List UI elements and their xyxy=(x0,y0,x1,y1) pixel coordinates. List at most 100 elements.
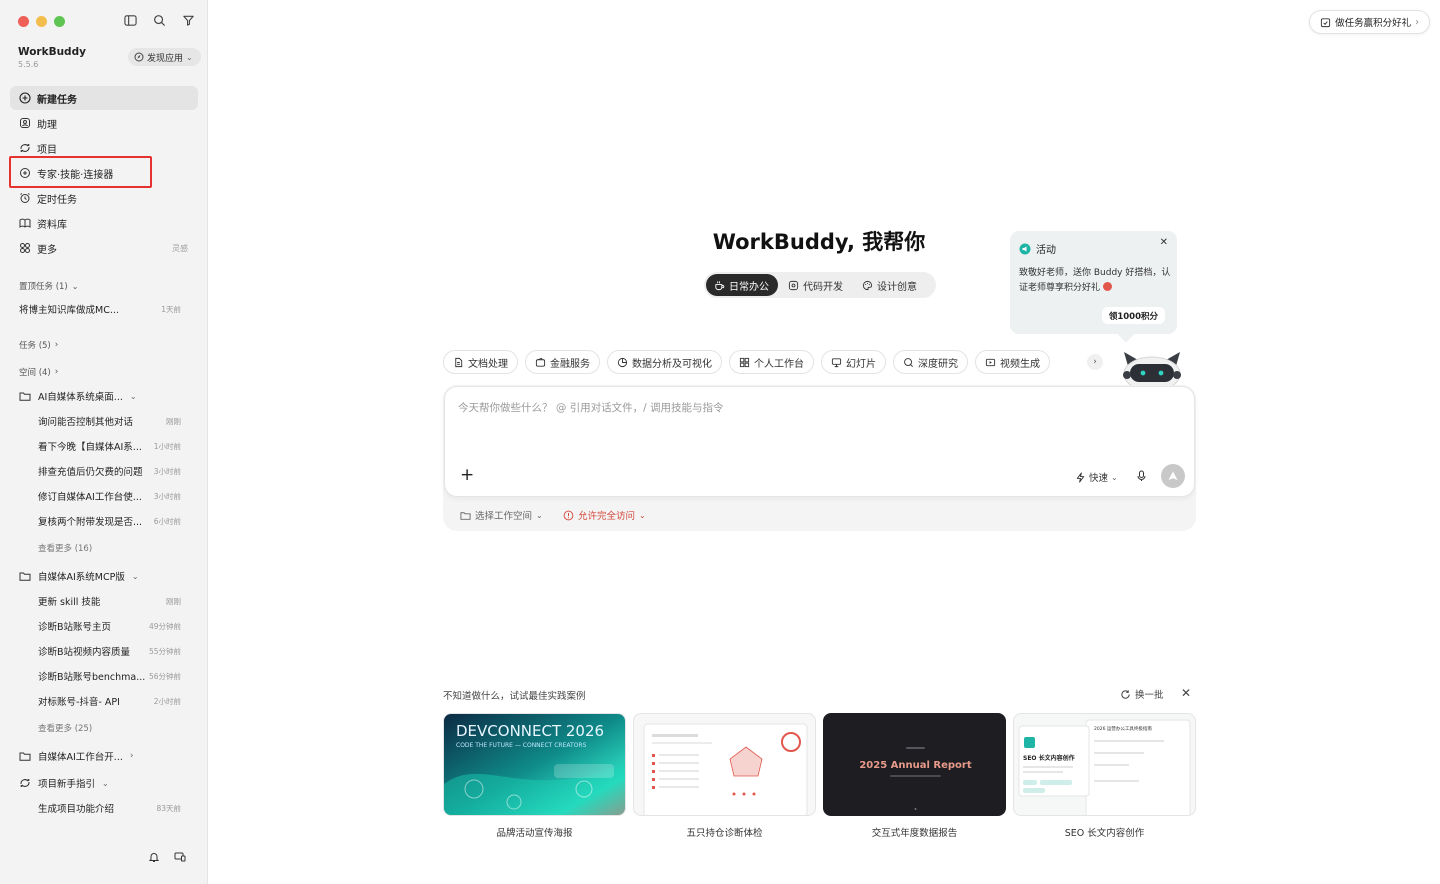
space-folder[interactable]: 项目新手指引 ⌄ xyxy=(19,776,109,790)
claim-points-button[interactable]: 领1000积分 xyxy=(1101,307,1165,324)
sidebar-toolbar xyxy=(124,14,195,27)
chevron-down-icon: ⌄ xyxy=(1111,472,1118,482)
list-item[interactable]: 将博主知识库做成MC... 1天前 xyxy=(19,302,181,317)
chip-label: 深度研究 xyxy=(918,358,958,370)
warning-circle-icon xyxy=(563,510,574,520)
microphone-icon[interactable] xyxy=(1136,470,1147,482)
case-card-annual-report[interactable]: 2025 Annual Report xyxy=(823,713,1006,816)
device-icon[interactable] xyxy=(174,851,186,863)
space-folder[interactable]: 自媒体AI工作台开... › xyxy=(19,749,133,763)
chip-deep-research[interactable]: 深度研究 xyxy=(893,350,968,374)
nav-new-task[interactable]: 新建任务 xyxy=(10,86,198,110)
chip-slides[interactable]: 幻灯片 xyxy=(821,350,886,374)
mode-label: 日常办公 xyxy=(729,281,769,293)
list-item[interactable]: 复核两个附带发现是否... 6小时前 xyxy=(38,514,181,529)
mode-label: 设计创意 xyxy=(877,281,917,293)
workspace-label: 选择工作空间 xyxy=(475,511,533,522)
view-more-link[interactable]: 查看更多 (16) xyxy=(38,542,92,554)
chip-video-generation[interactable]: 视频生成 xyxy=(975,350,1050,374)
sidebar-toggle-icon[interactable] xyxy=(124,14,137,27)
composer-box[interactable]: 今天帮你做些什么？ @ 引用对话文件，/ 调用技能与指令 + 快速 ⌄ xyxy=(444,386,1195,497)
chip-data-analysis[interactable]: 数据分析及可视化 xyxy=(607,350,722,374)
list-item[interactable]: 更新 skill 技能 刚刚 xyxy=(38,594,181,609)
list-item[interactable]: 修订自媒体AI工作台使... 3小时前 xyxy=(38,489,181,504)
close-icon[interactable]: ✕ xyxy=(1160,237,1168,248)
bell-icon[interactable] xyxy=(148,851,160,863)
discover-apps-button[interactable]: 发现应用 ⌄ xyxy=(128,48,201,66)
nav-assistant[interactable]: 助理 xyxy=(10,111,198,135)
list-item[interactable]: 诊断B站视频内容质量 55分钟前 xyxy=(38,644,181,659)
list-item[interactable]: 诊断B站账号主页 49分钟前 xyxy=(38,619,181,634)
space-name: 自媒体AI系统MCP版 xyxy=(38,572,125,583)
chevron-right-icon: › xyxy=(129,751,134,761)
list-item[interactable]: 对标账号-抖音- API 2小时前 xyxy=(38,694,181,709)
task-title: 生成项目功能介绍 xyxy=(38,804,115,815)
list-item[interactable]: 看下今晚【自媒体AI系... 1小时前 xyxy=(38,439,181,454)
chevron-down-icon: ⌄ xyxy=(131,571,139,581)
permission-selector[interactable]: 允许完全访问 ⌄ xyxy=(563,508,646,522)
tasks-header[interactable]: 任务 (5) › xyxy=(19,339,58,351)
chip-finance[interactable]: 金融服务 xyxy=(525,350,600,374)
task-title: 询问能否控制其他对话 xyxy=(38,417,134,428)
nav-label: 定时任务 xyxy=(37,194,77,206)
card-thumbnail xyxy=(643,723,808,815)
close-icon[interactable]: ✕ xyxy=(1181,686,1191,700)
task-title: 诊断B站账号benchma... xyxy=(38,672,146,683)
task-title: 修订自媒体AI工作台使... xyxy=(38,492,142,503)
send-button[interactable] xyxy=(1161,464,1185,488)
folder-icon xyxy=(19,392,31,401)
list-item[interactable]: 排查充值后仍欠费的问题 3小时前 xyxy=(38,464,181,479)
chip-doc-processing[interactable]: 文档处理 xyxy=(443,350,518,374)
space-folder[interactable]: 自媒体AI系统MCP版 ⌄ xyxy=(19,569,139,583)
prompt-input-placeholder[interactable]: 今天帮你做些什么？ @ 引用对话文件，/ 调用技能与指令 xyxy=(458,400,724,415)
mode-design-creative[interactable]: 设计创意 xyxy=(854,274,926,296)
pinned-tasks-header[interactable]: 置顶任务 (1) ⌄ xyxy=(19,280,78,293)
close-window-button[interactable] xyxy=(18,16,29,27)
task-time: 6小时前 xyxy=(153,516,181,526)
video-icon xyxy=(985,358,996,366)
folder-icon xyxy=(19,752,31,761)
chevron-down-icon: ⌄ xyxy=(129,391,137,401)
workspace-selector[interactable]: 选择工作空间 ⌄ xyxy=(460,508,543,522)
search-icon[interactable] xyxy=(153,14,166,27)
refresh-cases-button[interactable]: 换一批 xyxy=(1120,687,1164,701)
case-caption: 五只持仓诊断体检 xyxy=(686,828,763,839)
refresh-icon xyxy=(1121,689,1130,699)
activity-body: 致敬好老师，送你 Buddy 好搭档，认证老师尊享积分好礼 xyxy=(1019,266,1174,296)
chip-label: 个人工作台 xyxy=(754,358,804,370)
case-card-brand-poster[interactable]: DEVCONNECT 2026 CODE THE FUTURE — CONNEC… xyxy=(443,713,626,816)
chips-next-button[interactable]: › xyxy=(1087,354,1103,370)
code-at-icon xyxy=(788,280,799,290)
tasks-rewards-button[interactable]: 做任务赢积分好礼 › xyxy=(1309,10,1430,34)
space-folder[interactable]: AI自媒体系统桌面... ⌄ xyxy=(19,389,137,403)
mode-code-dev[interactable]: 代码开发 xyxy=(780,274,852,296)
speed-mode-dropdown[interactable]: 快速 ⌄ xyxy=(1075,470,1118,484)
case-caption: SEO 长文内容创作 xyxy=(1064,828,1145,839)
project-icon xyxy=(20,779,30,787)
chip-personal-workbench[interactable]: 个人工作台 xyxy=(729,350,814,374)
activity-title: 活动 xyxy=(1036,245,1056,256)
case-card-seo-article[interactable]: 2026 运营办公工具终极指南 SEO 长文内容创作 xyxy=(1013,713,1196,816)
chip-label: 数据分析及可视化 xyxy=(632,358,712,370)
activity-header: 活动 xyxy=(1019,241,1056,256)
filter-icon[interactable] xyxy=(182,14,195,27)
minimize-window-button[interactable] xyxy=(36,16,47,27)
list-item[interactable]: 询问能否控制其他对话 刚刚 xyxy=(38,414,181,429)
send-arrow-icon xyxy=(1168,471,1178,480)
coffee-cup-icon xyxy=(715,280,725,290)
task-time: 55分钟前 xyxy=(148,646,181,656)
activity-text: 致敬好老师，送你 Buddy 好搭档，认证老师尊享积分好礼 xyxy=(1019,268,1171,293)
list-item[interactable]: 诊断B站账号benchma... 56分钟前 xyxy=(38,669,181,684)
task-time: 49分钟前 xyxy=(148,621,181,631)
add-attachment-button[interactable]: + xyxy=(460,467,474,484)
spaces-header[interactable]: 空间 (4) › xyxy=(19,366,58,378)
task-title: 更新 skill 技能 xyxy=(38,597,101,608)
chevron-down-icon: ⌄ xyxy=(536,510,543,520)
case-card-portfolio-check[interactable] xyxy=(633,713,816,816)
list-item[interactable]: 生成项目功能介绍 83天前 xyxy=(38,801,181,816)
nav-scheduled-tasks[interactable]: 定时任务 xyxy=(10,186,198,210)
maximize-window-button[interactable] xyxy=(54,16,65,27)
view-more-link[interactable]: 查看更多 (25) xyxy=(38,722,92,734)
mode-daily-office[interactable]: 日常办公 xyxy=(706,274,778,296)
app-name: WorkBuddy xyxy=(18,46,86,58)
